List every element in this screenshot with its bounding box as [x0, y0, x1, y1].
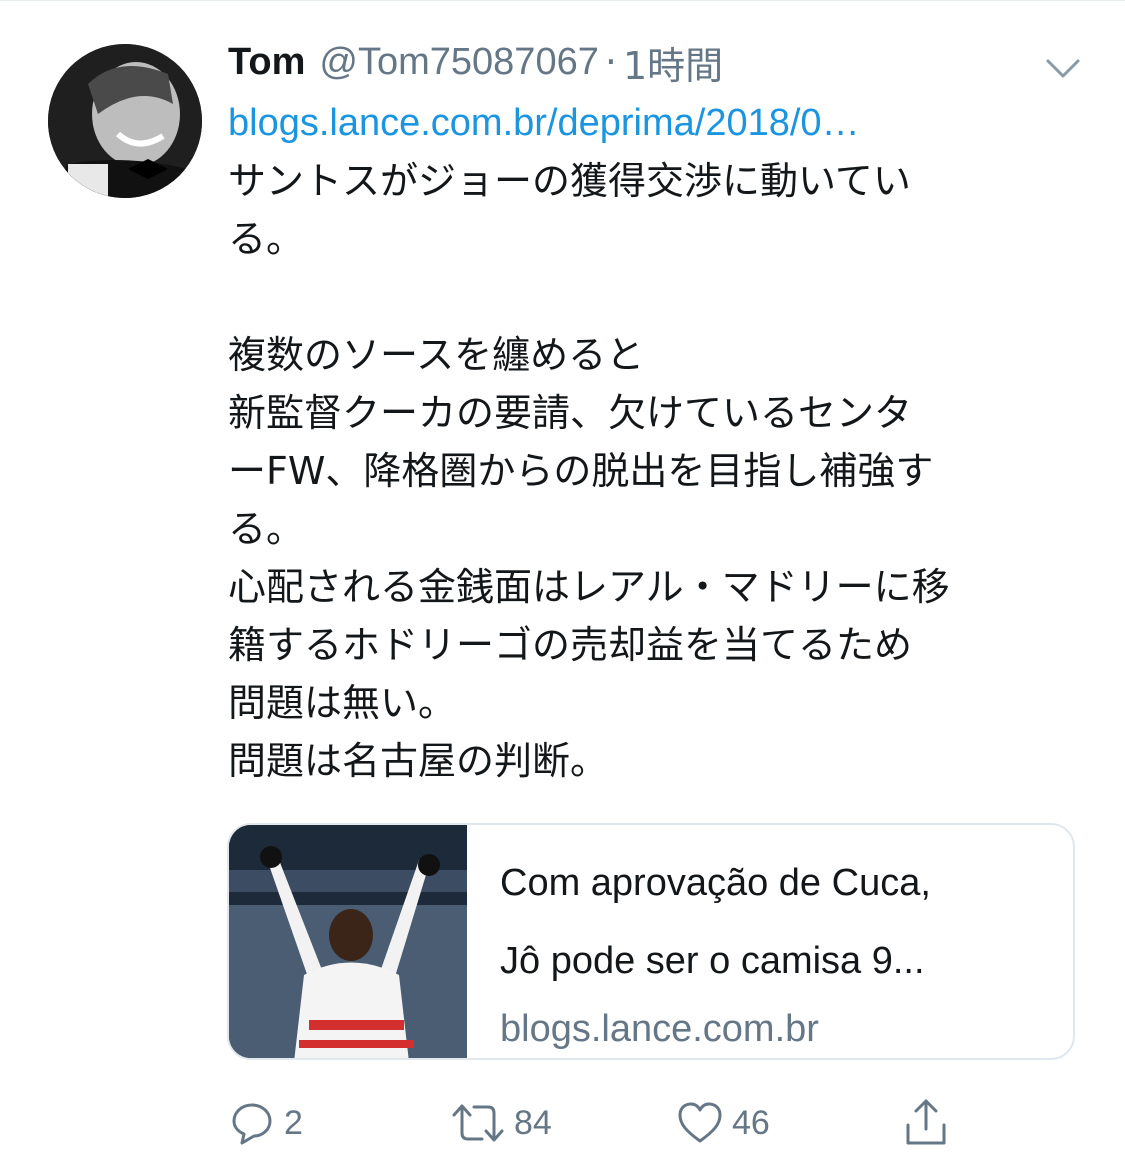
tweet-text: サントスがジョーの獲得交渉に動いてい る。 複数のソースを纏めると 新監督クーカ… [228, 152, 1088, 790]
reply-count: 2 [284, 1103, 303, 1142]
reply-button[interactable]: 2 [228, 1095, 303, 1151]
card-domain: blogs.lance.com.br [500, 1008, 819, 1050]
heart-icon [678, 1102, 722, 1143]
tweet-text-line: サントスがジョーの獲得交渉に動いてい [228, 159, 911, 203]
tweet-header: Tom @Tom75087067 · 1時間 [228, 34, 723, 90]
share-button[interactable] [902, 1095, 950, 1151]
card-title-line: Com aprovação de Cuca, [500, 862, 931, 904]
link-preview-card[interactable]: Com aprovação de Cuca, Jô pode ser o cam… [227, 823, 1075, 1060]
tweet-text-line: 問題は無い。 [228, 681, 457, 725]
tweet-text-line: 新監督クーカの要請、欠けているセンタ [228, 391, 913, 435]
tweet-text-line: ーFW、降格圏からの脱出を目指し補強す [228, 449, 934, 493]
tweet-text-line: 複数のソースを纏めると [228, 333, 645, 377]
author-name[interactable]: Tom [228, 41, 305, 84]
share-icon [906, 1099, 946, 1145]
tweet-text-line: る。 [228, 507, 305, 551]
retweet-count: 84 [514, 1103, 552, 1142]
like-count: 46 [732, 1103, 770, 1142]
tweet-text-line [228, 268, 1088, 326]
retweet-icon [452, 1104, 504, 1142]
tweet-link[interactable]: blogs.lance.com.br/deprima/2018/0… [228, 95, 1028, 151]
tweet-text-line: 問題は名古屋の判断。 [228, 739, 609, 783]
retweet-button[interactable]: 84 [450, 1095, 552, 1151]
reply-icon [232, 1103, 272, 1145]
like-button[interactable]: 46 [676, 1095, 770, 1151]
author-handle[interactable]: @Tom75087067 [319, 41, 598, 84]
timestamp[interactable]: 1時間 [623, 35, 723, 90]
tweet-text-line: 心配される金銭面はレアル・マドリーに移 [228, 565, 950, 609]
card-title-line: Jô pode ser o camisa 9... [500, 940, 925, 982]
tweet-text-line: 籍するホドリーゴの売却益を当てるため [228, 623, 913, 667]
avatar-image [48, 44, 202, 198]
separator-dot: · [604, 40, 617, 84]
top-divider [0, 0, 1125, 1]
chevron-down-icon[interactable] [1042, 48, 1084, 90]
tweet-actions: 2 84 46 [228, 1095, 968, 1151]
avatar[interactable] [48, 44, 202, 198]
card-thumbnail [229, 825, 467, 1058]
tweet-text-line: る。 [228, 217, 305, 261]
